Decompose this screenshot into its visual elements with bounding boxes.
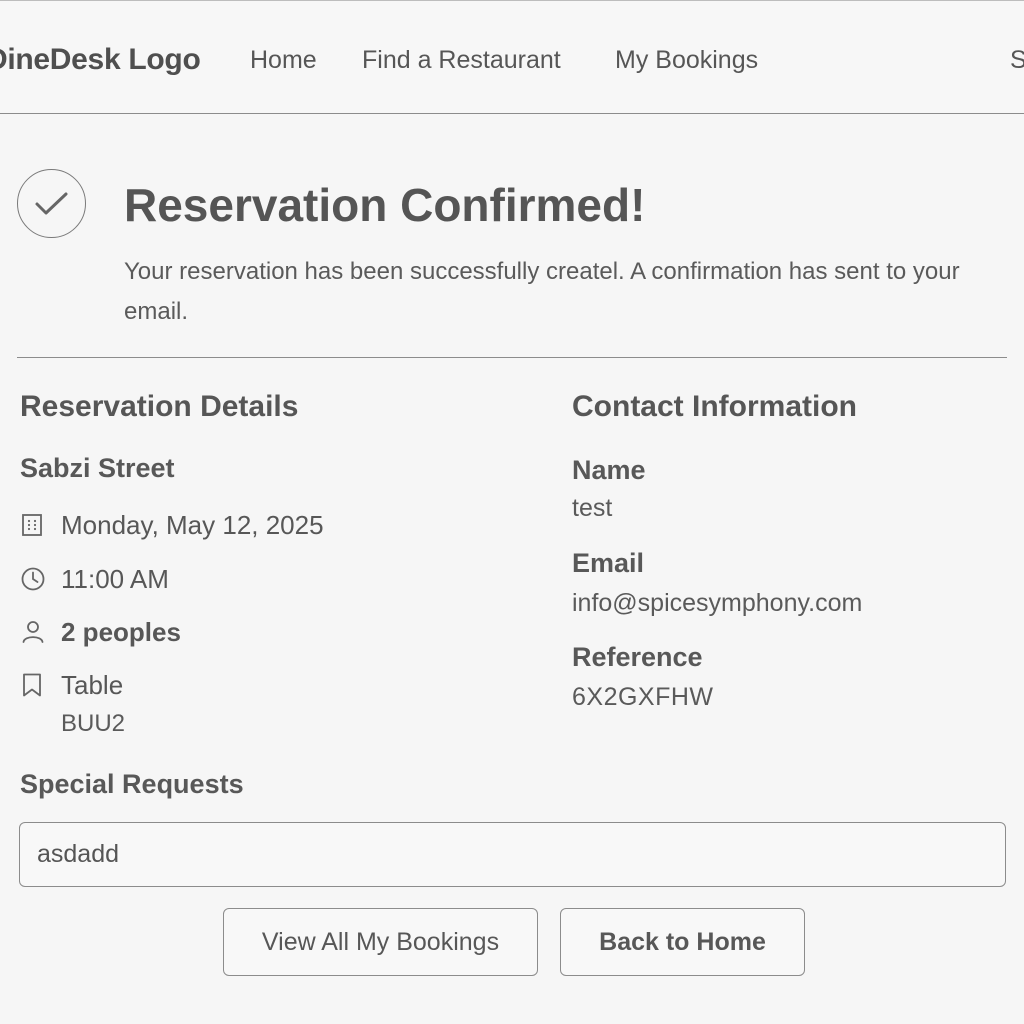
- nav-link-my-bookings[interactable]: My Bookings: [615, 46, 758, 75]
- back-to-home-button[interactable]: Back to Home: [560, 908, 805, 976]
- view-all-bookings-button[interactable]: View All My Bookings: [223, 908, 538, 976]
- page-title: Reservation Confirmed!: [124, 179, 646, 231]
- special-requests-field[interactable]: [19, 822, 1006, 887]
- site-logo[interactable]: DineDesk Logo: [0, 43, 201, 77]
- bookmark-icon: [20, 672, 44, 703]
- special-requests-heading: Special Requests: [20, 769, 244, 799]
- section-divider: [17, 357, 1007, 358]
- reference-label: Reference: [572, 642, 703, 672]
- contact-email-label: Email: [572, 548, 645, 578]
- calendar-icon: [20, 512, 44, 543]
- contact-name-label: Name: [572, 455, 646, 485]
- restaurant-name: Sabzi Street: [20, 453, 175, 483]
- nav-link-truncated[interactable]: S: [1010, 46, 1024, 75]
- reservation-details-heading: Reservation Details: [20, 390, 299, 423]
- reservation-date: Monday, May 12, 2025: [61, 510, 324, 540]
- contact-email-value: info@spicesymphony.com: [572, 589, 863, 617]
- nav-link-home[interactable]: Home: [250, 46, 317, 75]
- table-label: Table: [61, 670, 124, 700]
- check-icon: [17, 169, 86, 238]
- party-size: 2 peoples: [61, 617, 181, 647]
- contact-information-heading: Contact Information: [572, 390, 857, 423]
- table-code: BUU2: [61, 710, 126, 737]
- nav-link-find-restaurant[interactable]: Find a Restaurant: [362, 46, 561, 75]
- top-navigation-bar: DineDesk Logo Home Find a Restaurant My …: [0, 0, 1024, 114]
- confirmation-message: Your reservation has been successfully c…: [124, 258, 960, 325]
- contact-name-value: test: [572, 494, 613, 522]
- clock-icon: [20, 566, 46, 597]
- reservation-time: 11:00 AM: [61, 564, 169, 594]
- person-icon: [20, 619, 46, 650]
- reference-value: 6X2GXFHW: [572, 683, 714, 711]
